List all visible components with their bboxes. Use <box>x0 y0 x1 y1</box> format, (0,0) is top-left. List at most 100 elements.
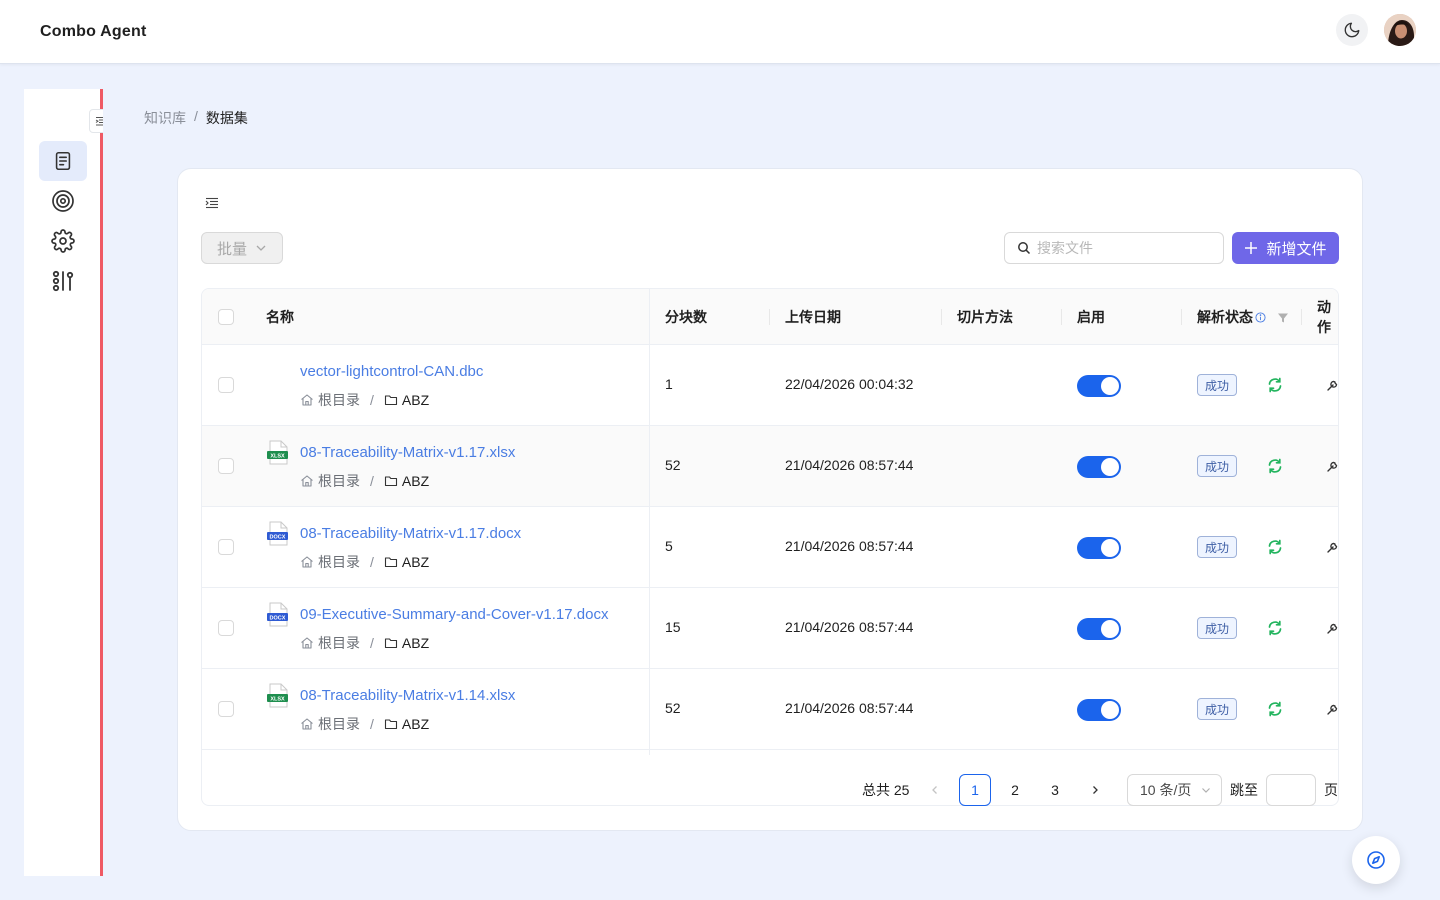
page-button-2[interactable]: 2 <box>999 774 1031 806</box>
plus-icon <box>1245 242 1258 254</box>
row-checkbox[interactable] <box>218 377 234 393</box>
select-all-checkbox[interactable] <box>218 309 234 325</box>
reparse-icon[interactable] <box>1266 457 1284 475</box>
file-name-link[interactable]: 08-Traceability-Matrix-v1.14.xlsx <box>300 687 515 704</box>
next-page-button[interactable] <box>1079 774 1111 806</box>
file-name-link[interactable]: vector-lightcontrol-CAN.dbc <box>300 363 483 380</box>
batch-button[interactable]: 批量 <box>201 232 283 264</box>
column-separator <box>1301 309 1302 325</box>
excel-file-icon: XLSX <box>266 683 290 709</box>
upload-date: 22/04/2026 00:04:32 <box>785 376 914 392</box>
nav-item-workflow[interactable] <box>39 261 87 301</box>
reparse-icon[interactable] <box>1266 376 1284 394</box>
wrench-icon[interactable] <box>1326 459 1338 473</box>
wrench-icon[interactable] <box>1326 621 1338 635</box>
column-header-chunks[interactable]: 分块数 <box>665 289 707 345</box>
page-button-3[interactable]: 3 <box>1039 774 1071 806</box>
column-header-upload-date[interactable]: 上传日期 <box>785 289 841 345</box>
file-path: 根目录 / ABZ <box>300 390 429 410</box>
page-size-select[interactable]: 10 条/页 <box>1127 774 1222 806</box>
enable-toggle[interactable] <box>1077 456 1121 478</box>
table-row[interactable]: vector-lightcontrol-CAN.dbc 根目录 / ABZ 1 … <box>202 345 1338 426</box>
chunk-count: 52 <box>665 457 681 473</box>
file-name-link[interactable]: 09-Executive-Summary-and-Cover-v1.17.doc… <box>300 606 608 623</box>
file-path: 根目录 / ABZ <box>300 633 429 653</box>
path-root[interactable]: 根目录 <box>318 390 360 410</box>
column-header-action[interactable]: 动作 <box>1317 289 1338 345</box>
column-header-enabled[interactable]: 启用 <box>1077 289 1105 345</box>
wrench-icon[interactable] <box>1326 540 1338 554</box>
path-folder[interactable]: ABZ <box>402 392 429 408</box>
enable-toggle[interactable] <box>1077 699 1121 721</box>
column-separator <box>1061 309 1062 325</box>
nav-item-retrieval[interactable] <box>39 181 87 221</box>
upload-date: 21/04/2026 08:57:44 <box>785 619 914 635</box>
table-row[interactable]: DOCX 09-Executive-Summary-and-Cover-v1.1… <box>202 588 1338 669</box>
path-folder[interactable]: ABZ <box>402 635 429 651</box>
chevron-down-icon <box>256 245 266 251</box>
jump-label: 跳至 <box>1230 782 1258 798</box>
path-folder[interactable]: ABZ <box>402 473 429 489</box>
home-icon <box>301 718 313 730</box>
column-header-name[interactable]: 名称 <box>266 289 294 345</box>
enable-toggle[interactable] <box>1077 537 1121 559</box>
page-size-value: 10 条/页 <box>1140 782 1192 798</box>
guide-button[interactable] <box>1352 836 1400 884</box>
nav-item-datasets[interactable] <box>39 141 87 181</box>
table-row[interactable]: XLSX 08-Traceability-Matrix-v1.17.xlsx 根… <box>202 426 1338 507</box>
file-path: 根目录 / ABZ <box>300 552 429 572</box>
path-separator: / <box>370 473 374 489</box>
user-avatar[interactable] <box>1384 14 1416 46</box>
jump-page-input[interactable] <box>1266 774 1316 806</box>
gear-icon <box>51 229 75 253</box>
info-icon[interactable] <box>1255 311 1266 323</box>
path-root[interactable]: 根目录 <box>318 471 360 491</box>
reparse-icon[interactable] <box>1266 619 1284 637</box>
search-field[interactable] <box>1004 232 1224 264</box>
column-header-parse-status[interactable]: 解析状态 <box>1197 289 1266 345</box>
path-folder[interactable]: ABZ <box>402 554 429 570</box>
file-name-link[interactable]: 08-Traceability-Matrix-v1.17.docx <box>300 525 521 542</box>
breadcrumb-root[interactable]: 知识库 <box>144 108 186 128</box>
batch-label: 批量 <box>216 240 247 258</box>
prev-page-button[interactable] <box>919 774 951 806</box>
theme-toggle-button[interactable] <box>1336 14 1368 46</box>
parse-status-badge: 成功 <box>1197 536 1238 558</box>
file-name-link[interactable]: 08-Traceability-Matrix-v1.17.xlsx <box>300 444 515 461</box>
row-checkbox[interactable] <box>218 701 234 717</box>
filter-icon[interactable] <box>1277 311 1289 327</box>
upload-date: 21/04/2026 08:57:44 <box>785 538 914 554</box>
search-input[interactable] <box>1037 240 1207 256</box>
path-root[interactable]: 根目录 <box>318 714 360 734</box>
wrench-icon[interactable] <box>1326 378 1338 392</box>
enable-toggle[interactable] <box>1077 375 1121 397</box>
reparse-icon[interactable] <box>1266 700 1284 718</box>
file-icon <box>266 359 290 385</box>
path-root[interactable]: 根目录 <box>318 552 360 572</box>
path-root[interactable]: 根目录 <box>318 633 360 653</box>
column-header-chunk-method[interactable]: 切片方法 <box>957 289 1013 345</box>
table-row[interactable]: XLSX 08-Traceability-Matrix-v1.14.xlsx 根… <box>202 669 1338 750</box>
table-row[interactable]: DOCX 08-Traceability-Matrix-v1.17.docx 根… <box>202 507 1338 588</box>
breadcrumb-separator: / <box>194 108 198 124</box>
list-indent-icon[interactable] <box>205 196 219 213</box>
upload-date: 21/04/2026 08:57:44 <box>785 457 914 473</box>
home-icon <box>301 475 313 487</box>
row-checkbox[interactable] <box>218 620 234 636</box>
nav-item-settings[interactable] <box>39 221 87 261</box>
path-separator: / <box>370 635 374 651</box>
file-path: 根目录 / ABZ <box>300 471 429 491</box>
file-path: 根目录 / ABZ <box>300 714 429 734</box>
enable-toggle[interactable] <box>1077 618 1121 640</box>
row-checkbox[interactable] <box>218 539 234 555</box>
wrench-icon[interactable] <box>1326 702 1338 716</box>
path-folder[interactable]: ABZ <box>402 716 429 732</box>
page-button-1[interactable]: 1 <box>959 774 991 806</box>
folder-icon <box>384 638 397 649</box>
parse-status-badge: 成功 <box>1197 698 1238 720</box>
reparse-icon[interactable] <box>1266 538 1284 556</box>
add-file-button[interactable]: 新增文件 <box>1232 232 1339 264</box>
svg-text:DOCX: DOCX <box>270 534 286 540</box>
row-checkbox[interactable] <box>218 458 234 474</box>
parse-status-label: 解析状态 <box>1197 309 1253 325</box>
